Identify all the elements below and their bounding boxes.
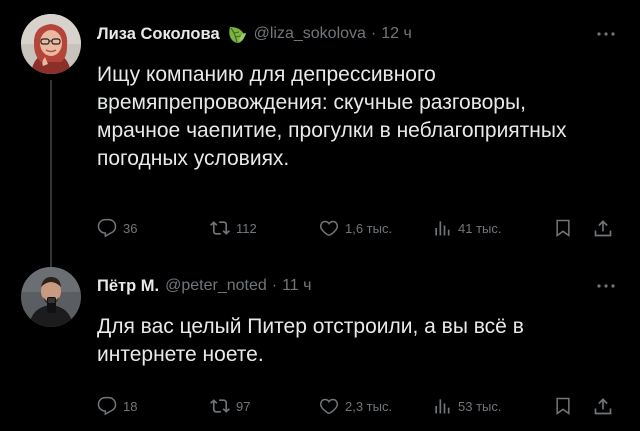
- thread-connector-line: [50, 80, 52, 276]
- more-options-icon[interactable]: [594, 22, 618, 46]
- avatar[interactable]: [21, 267, 81, 327]
- retweet-count: 97: [236, 398, 251, 414]
- like-count: 2,3 тыс.: [345, 398, 393, 414]
- retweet-icon: [210, 399, 230, 413]
- views-count: 41 тыс.: [458, 220, 502, 236]
- more-options-icon[interactable]: [594, 274, 618, 298]
- avatar[interactable]: [21, 14, 81, 74]
- share-icon: [594, 220, 612, 237]
- reply-icon: [97, 218, 117, 238]
- bookmark-icon: [556, 397, 570, 415]
- retweet-button[interactable]: 97: [210, 394, 250, 418]
- handle[interactable]: @liza_sokolova: [254, 25, 366, 43]
- reply-button[interactable]: 18: [97, 394, 137, 418]
- like-count: 1,6 тыс.: [345, 220, 393, 236]
- views-button[interactable]: 53 тыс.: [432, 394, 501, 418]
- tweet-text: Ищу компанию для депрессивного времяпреп…: [97, 63, 567, 170]
- share-button[interactable]: [593, 216, 613, 240]
- leaf-badge-icon[interactable]: [226, 23, 248, 45]
- bar-chart-icon: [435, 221, 450, 236]
- timestamp[interactable]: 12 ч: [381, 25, 412, 43]
- retweet-button[interactable]: 112: [210, 216, 257, 240]
- reply-button[interactable]: 36: [97, 216, 137, 240]
- like-button[interactable]: 1,6 тыс.: [319, 216, 392, 240]
- action-bar: 18 97 2,3 тыс. 53 тыс.: [97, 394, 617, 418]
- bar-chart-icon: [435, 399, 450, 414]
- display-name[interactable]: Лиза Соколова: [97, 25, 220, 44]
- heart-icon: [319, 398, 339, 415]
- retweet-count: 112: [236, 220, 257, 236]
- action-bar: 36 112 1,6 тыс. 41 тыс.: [97, 216, 617, 240]
- retweet-icon: [210, 221, 230, 235]
- share-button[interactable]: [593, 394, 613, 418]
- tweet-header: Пётр М. @peter_noted · 11 ч: [97, 274, 311, 298]
- tweet-header: Лиза Соколова @liza_sokolova · 12 ч: [97, 22, 412, 46]
- handle[interactable]: @peter_noted: [165, 277, 267, 295]
- reply-icon: [97, 396, 117, 416]
- bookmark-button[interactable]: [553, 394, 573, 418]
- timestamp[interactable]: 11 ч: [282, 277, 311, 295]
- like-button[interactable]: 2,3 тыс.: [319, 394, 392, 418]
- separator-dot: ·: [370, 25, 377, 42]
- tweet-text: Для вас целый Питер отстроили, а вы всё …: [97, 315, 524, 366]
- tweet[interactable]: Лиза Соколова @liza_sokolova · 12 ч Ищу …: [0, 0, 640, 276]
- heart-icon: [319, 220, 339, 237]
- share-icon: [594, 398, 612, 415]
- bookmark-button[interactable]: [553, 216, 573, 240]
- tweet[interactable]: Пётр М. @peter_noted · 11 ч Для вас целы…: [0, 262, 640, 431]
- separator-dot: ·: [271, 277, 278, 294]
- views-button[interactable]: 41 тыс.: [432, 216, 501, 240]
- reply-count: 18: [123, 398, 138, 414]
- display-name[interactable]: Пётр М.: [97, 277, 159, 296]
- reply-count: 36: [123, 220, 138, 236]
- views-count: 53 тыс.: [458, 398, 502, 414]
- bookmark-icon: [556, 219, 570, 237]
